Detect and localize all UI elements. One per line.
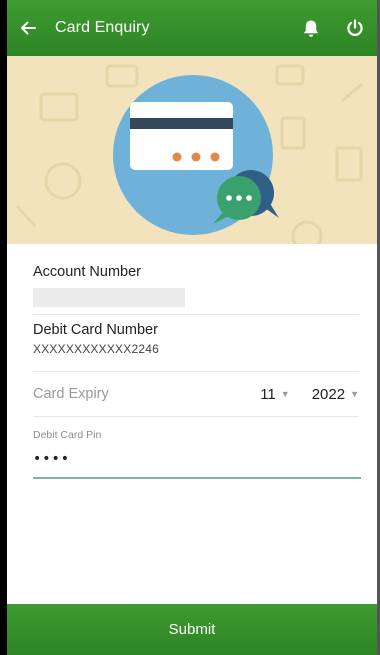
back-button[interactable]	[7, 0, 49, 56]
account-number-label: Account Number	[33, 264, 141, 280]
account-number-row: Account Number	[33, 244, 359, 315]
debit-card-pin-field: Debit Card Pin	[33, 417, 361, 479]
app-screen: Card Enquiry Account Number Debit Card N…	[0, 0, 380, 655]
bell-icon	[303, 20, 319, 37]
chevron-down-icon: ▼	[350, 389, 359, 399]
account-number-value	[33, 288, 185, 307]
debit-card-number-value: XXXXXXXXXXXX2246	[33, 342, 159, 356]
debit-card-label: Debit Card Number	[33, 322, 158, 338]
submit-button[interactable]: Submit	[7, 604, 377, 655]
card-enquiry-form: Account Number Debit Card Number XXXXXXX…	[7, 244, 377, 479]
card-expiry-label: Card Expiry	[33, 386, 109, 402]
debit-card-pin-label: Debit Card Pin	[33, 429, 102, 441]
debit-card-row: Debit Card Number XXXXXXXXXXXX2246	[33, 315, 359, 372]
card-enquiry-banner	[7, 56, 377, 244]
logout-button[interactable]	[333, 0, 377, 56]
notifications-button[interactable]	[289, 0, 333, 56]
expiry-year-value: 2022	[311, 385, 346, 403]
power-icon	[347, 19, 363, 36]
arrow-left-icon	[21, 21, 36, 35]
expiry-month-value: 11	[260, 385, 276, 403]
expiry-year-select[interactable]: 2022 ▼	[312, 386, 359, 403]
app-bar: Card Enquiry	[7, 0, 377, 56]
chevron-down-icon: ▼	[280, 389, 290, 399]
card-expiry-row: Card Expiry 11 ▼ 2022 ▼	[33, 372, 359, 417]
page-title: Card Enquiry	[55, 19, 150, 36]
expiry-month-select[interactable]: 11 ▼	[260, 386, 290, 403]
credit-card-chat-illustration	[15, 64, 363, 244]
debit-card-pin-input[interactable]	[33, 451, 361, 467]
